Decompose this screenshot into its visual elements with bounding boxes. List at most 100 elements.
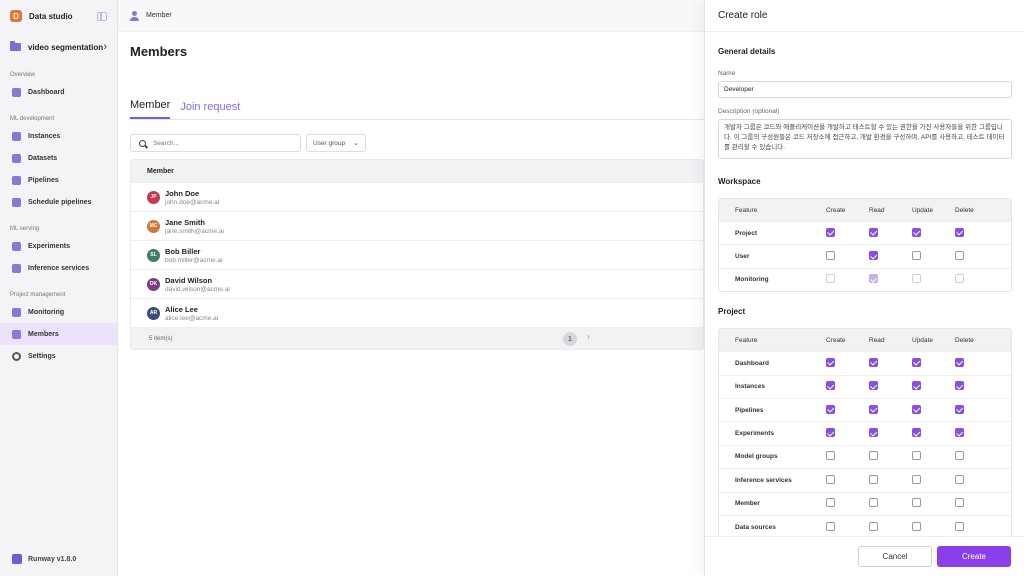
permission-row-dashboard: Dashboard <box>719 351 1011 374</box>
page-button-current[interactable]: 1 <box>563 332 577 346</box>
chevron-right-icon: › <box>103 41 107 53</box>
permission-cell <box>826 404 869 416</box>
nav-section-label: ML development <box>10 116 55 122</box>
table-row[interactable]: AR Alice Lee alice.lee@acme.ai <box>131 298 703 327</box>
project-selector[interactable]: video segmentation › <box>0 33 117 61</box>
member-name: Alice Lee <box>165 304 198 314</box>
read-checkbox[interactable] <box>869 227 878 237</box>
read-checkbox[interactable] <box>869 451 878 461</box>
permission-cell <box>912 404 955 416</box>
create-checkbox <box>826 274 835 284</box>
create-checkbox[interactable] <box>826 521 835 531</box>
permission-row-user: User <box>719 244 1011 267</box>
table-row[interactable]: SL Bob Biller bob.miller@acme.ai <box>131 240 703 269</box>
create-checkbox[interactable] <box>826 451 835 461</box>
create-checkbox[interactable] <box>826 428 835 438</box>
read-checkbox[interactable] <box>869 521 878 531</box>
permission-cell <box>912 521 955 533</box>
read-checkbox[interactable] <box>869 251 878 261</box>
column-header-read: Read <box>869 206 885 214</box>
sidebar-item-inference-services[interactable]: Inference services <box>0 257 117 279</box>
create-checkbox[interactable] <box>826 381 835 391</box>
create-checkbox[interactable] <box>826 474 835 484</box>
read-checkbox[interactable] <box>869 498 878 508</box>
delete-checkbox[interactable] <box>955 474 964 484</box>
delete-checkbox[interactable] <box>955 404 964 414</box>
workspace-permissions-table: Feature Create Read Update Delete Project User… <box>718 198 1012 293</box>
project-heading: Project <box>718 307 746 317</box>
tab-member[interactable]: Member <box>130 99 171 119</box>
column-header-create: Create <box>826 336 846 344</box>
sidebar-item-label: Experiments <box>28 242 71 250</box>
sidebar-item-members[interactable]: Members <box>0 323 117 345</box>
create-checkbox[interactable] <box>826 227 835 237</box>
sidebar-item-monitoring[interactable]: Monitoring <box>0 301 117 323</box>
update-checkbox[interactable] <box>912 227 921 237</box>
sidebar-item-schedule-pipelines[interactable]: Schedule pipelines <box>0 191 117 213</box>
read-checkbox[interactable] <box>869 381 878 391</box>
delete-checkbox[interactable] <box>955 227 964 237</box>
create-button[interactable]: Create <box>937 546 1011 567</box>
table-row[interactable]: JP John Doe john.doe@acme.ai <box>131 182 703 211</box>
name-field[interactable]: Developer <box>718 81 1012 98</box>
filter-bar: User group ⌄ <box>130 134 692 152</box>
member-email: david.wilson@acme.ai <box>165 285 230 293</box>
update-checkbox[interactable] <box>912 498 921 508</box>
permissions-header-row: Feature Create Read Update Delete <box>719 199 1011 221</box>
delete-checkbox[interactable] <box>955 428 964 438</box>
update-checkbox[interactable] <box>912 251 921 261</box>
read-checkbox[interactable] <box>869 404 878 414</box>
sidebar-item-dashboard[interactable]: Dashboard <box>0 81 117 103</box>
permission-cell <box>869 474 912 486</box>
read-checkbox[interactable] <box>869 474 878 484</box>
update-checkbox[interactable] <box>912 474 921 484</box>
column-header-feature: Feature <box>735 206 758 214</box>
tab-join-request[interactable]: Join request <box>180 101 240 119</box>
update-checkbox[interactable] <box>912 521 921 531</box>
sidebar-item-pipelines[interactable]: Pipelines <box>0 169 117 191</box>
members-table: Member JP John Doe john.doe@acme.ai MC Jane … <box>130 159 704 350</box>
update-checkbox[interactable] <box>912 357 921 367</box>
read-checkbox[interactable] <box>869 357 878 367</box>
sidebar-item-experiments[interactable]: Experiments <box>0 235 117 257</box>
user-group-dropdown[interactable]: User group ⌄ <box>306 134 366 152</box>
table-row[interactable]: DK David Wilson david.wilson@acme.ai <box>131 269 703 298</box>
feature-name: Experiments <box>735 430 775 438</box>
update-checkbox[interactable] <box>912 451 921 461</box>
feature-name: Model groups <box>735 453 778 461</box>
delete-checkbox[interactable] <box>955 251 964 261</box>
update-checkbox[interactable] <box>912 381 921 391</box>
permission-cell <box>869 404 912 416</box>
column-header-update: Update <box>912 206 933 214</box>
next-page-icon[interactable]: › <box>587 332 590 341</box>
description-label: Description (optional) <box>718 108 780 115</box>
sidebar-item-datasets[interactable]: Datasets <box>0 147 117 169</box>
create-checkbox[interactable] <box>826 357 835 367</box>
read-checkbox <box>869 274 878 284</box>
permission-cell <box>869 227 912 239</box>
avatar: MC <box>147 219 160 233</box>
gear-icon <box>12 351 21 361</box>
sidebar-toggle-icon[interactable] <box>97 11 107 21</box>
delete-checkbox[interactable] <box>955 451 964 461</box>
table-row[interactable]: MC Jane Smith jane.smith@acme.ai <box>131 211 703 240</box>
experiments-icon <box>12 241 21 251</box>
delete-checkbox[interactable] <box>955 357 964 367</box>
cancel-button[interactable]: Cancel <box>858 546 932 567</box>
sidebar-item-instances[interactable]: Instances <box>0 125 117 147</box>
permission-row-pipelines: Pipelines <box>719 397 1011 421</box>
update-checkbox[interactable] <box>912 428 921 438</box>
create-checkbox[interactable] <box>826 498 835 508</box>
avatar: DK <box>147 277 160 291</box>
read-checkbox[interactable] <box>869 428 878 438</box>
delete-checkbox[interactable] <box>955 381 964 391</box>
delete-checkbox[interactable] <box>955 498 964 508</box>
sidebar-item-settings[interactable]: Settings <box>0 345 117 367</box>
update-checkbox[interactable] <box>912 404 921 414</box>
create-checkbox[interactable] <box>826 251 835 261</box>
description-field[interactable]: 개발자 그룹은 코드와 애플리케이션을 개발하고 테스트할 수 있는 권한을 가… <box>718 119 1012 159</box>
create-checkbox[interactable] <box>826 404 835 414</box>
permission-cell <box>826 251 869 262</box>
search-input[interactable] <box>152 139 292 147</box>
delete-checkbox[interactable] <box>955 521 964 531</box>
